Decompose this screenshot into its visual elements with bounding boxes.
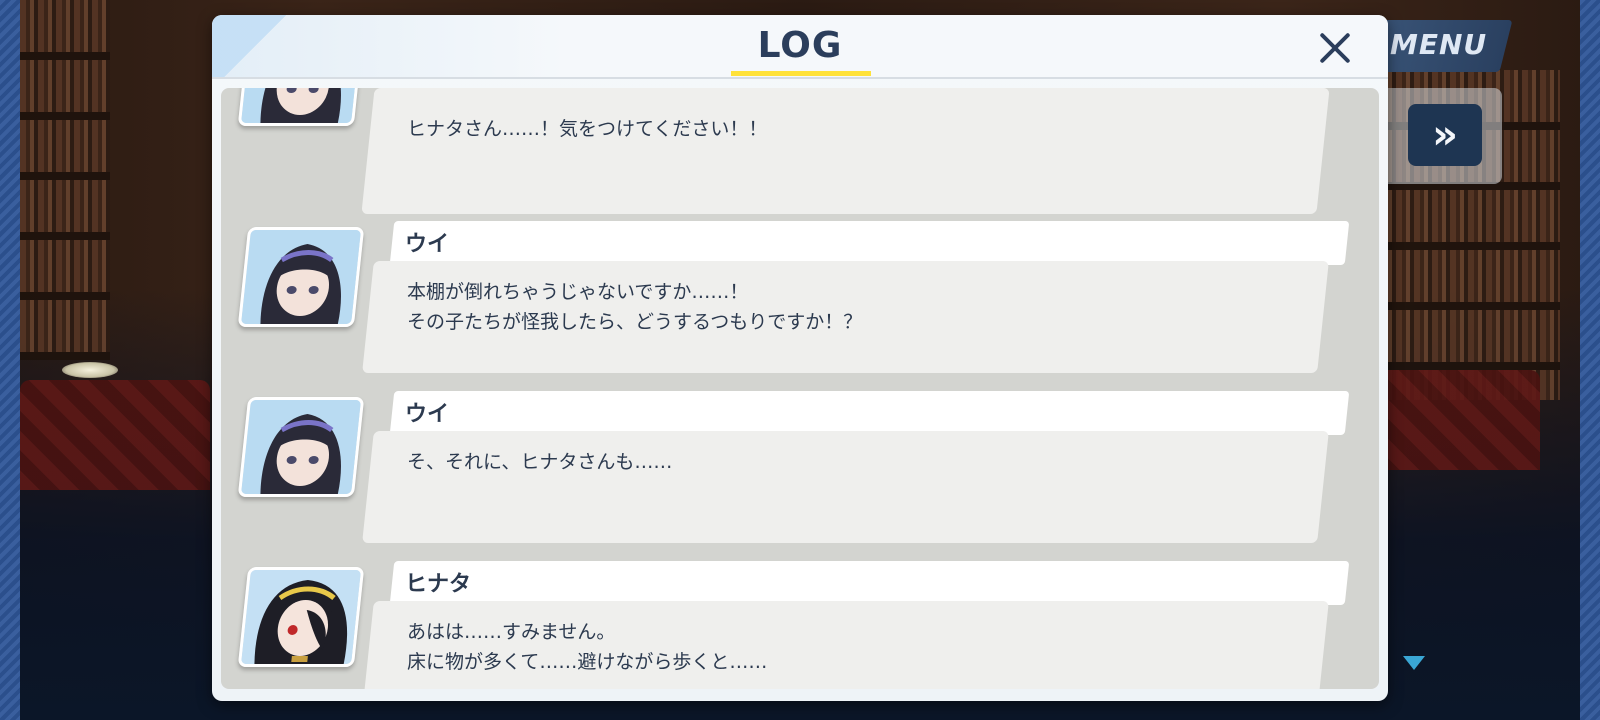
portrait-ui-avatar	[237, 88, 365, 126]
log-entry: ウイ 本棚が倒れちゃうじゃないですか……！ その子たちが怪我したら、どうするつも…	[221, 221, 1379, 381]
log-entry: ウイ そ、それに、ヒナタさんも……	[221, 391, 1379, 551]
message-box	[362, 601, 1329, 689]
title-underline	[731, 71, 871, 76]
message-pointer	[376, 619, 390, 641]
message-line: そ、それに、ヒナタさんも……	[407, 451, 673, 473]
portrait-ui-avatar	[237, 227, 365, 327]
log-dialog: LOG ヒナタさん……！気をつけてください！！ ウイ 本棚が倒れちゃうじゃないで…	[212, 15, 1388, 701]
message-line: 床に物が多くて……避けながら歩くと……	[407, 651, 768, 673]
speaker-name: ウイ	[405, 232, 450, 257]
frame-stripe-left	[0, 0, 20, 720]
table-lamp	[62, 362, 118, 378]
message-line: あはは……すみません。	[407, 621, 616, 643]
frame-stripe-right	[1580, 0, 1600, 720]
message-line: その子たちが怪我したら、どうするつもりですか！？	[407, 311, 863, 333]
bookshelf-left	[20, 0, 110, 360]
log-scroll-area[interactable]: ヒナタさん……！気をつけてください！！ ヒナタさん……！気をつけてください！！	[221, 88, 1379, 689]
log-title: LOG	[757, 25, 843, 66]
log-dialog-header: LOG	[212, 15, 1388, 79]
message-pointer	[376, 449, 390, 471]
ui-portrait-icon	[240, 88, 365, 126]
log-entry: ヒナタ あはは……すみません。 床に物が多くて……避けながら歩くと……	[221, 561, 1379, 689]
close-icon[interactable]	[1312, 25, 1360, 73]
next-arrow-icon	[1403, 656, 1425, 670]
skip-forward-button[interactable]: »	[1408, 104, 1482, 166]
portrait-ui-avatar	[237, 397, 365, 497]
speaker-name: ウイ	[405, 402, 450, 427]
ui-portrait-icon	[240, 230, 365, 327]
message-pointer	[376, 279, 390, 301]
portrait-hinata-avatar	[237, 567, 365, 667]
hinata-portrait-icon	[240, 570, 365, 667]
ui-portrait-icon	[240, 400, 365, 497]
message-line: 本棚が倒れちゃうじゃないですか……！	[407, 281, 749, 303]
message-pointer	[376, 112, 390, 134]
message-box	[361, 88, 1330, 214]
sofa-left	[20, 380, 210, 490]
log-entry-body: ヒナタさん……！気をつけてください！！	[221, 88, 1379, 214]
message-line: ヒナタさん……！気をつけてください！！	[407, 118, 768, 140]
speaker-name: ヒナタ	[405, 572, 472, 597]
menu-button-label: MENU	[1390, 28, 1488, 61]
